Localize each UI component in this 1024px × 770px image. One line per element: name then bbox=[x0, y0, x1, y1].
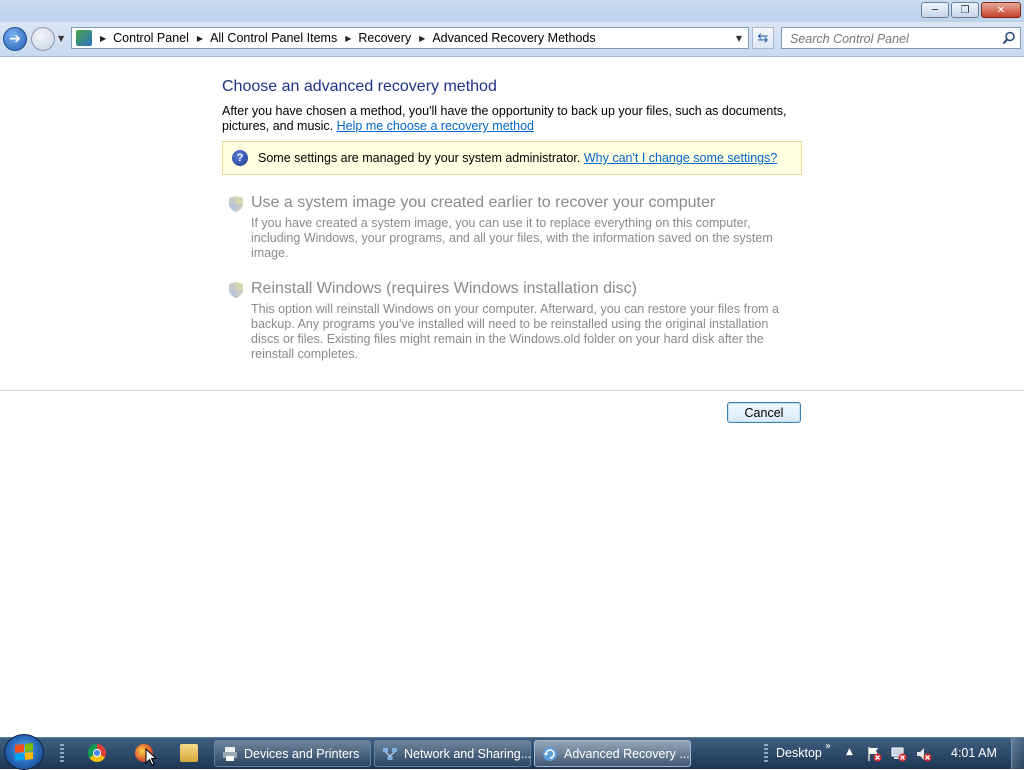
help-question-icon: ? bbox=[232, 150, 248, 166]
system-image-option-title: Use a system image you created earlier t… bbox=[251, 194, 716, 211]
navigation-bar: ➔ ▼ ▶ Control Panel ▶ All Control Panel … bbox=[0, 22, 1024, 57]
window-title-bar: ─ ❐ ✕ bbox=[0, 0, 1024, 22]
taskbar-button-network-sharing[interactable]: Network and Sharing... bbox=[374, 740, 531, 767]
info-text: Some settings are managed by your system… bbox=[258, 151, 581, 165]
reinstall-windows-option-title: Reinstall Windows (requires Windows inst… bbox=[251, 280, 637, 297]
windows-logo-icon bbox=[15, 743, 33, 761]
back-button[interactable]: ➔ bbox=[3, 27, 27, 51]
system-clock[interactable]: 4:01 AM bbox=[951, 746, 997, 760]
minimize-icon: ─ bbox=[931, 4, 939, 16]
divider bbox=[0, 390, 1024, 391]
search-icon[interactable] bbox=[1002, 31, 1016, 45]
refresh-icon: ⇆ bbox=[757, 30, 769, 46]
admin-info-bar: ? Some settings are managed by your syst… bbox=[222, 141, 802, 175]
chrome-icon[interactable] bbox=[88, 744, 106, 762]
breadcrumb-all-items[interactable]: All Control Panel Items bbox=[210, 31, 337, 45]
breadcrumb-control-panel[interactable]: Control Panel bbox=[113, 31, 189, 45]
restore-button[interactable]: ❐ bbox=[951, 2, 979, 18]
restore-icon: ❐ bbox=[960, 4, 970, 16]
breadcrumb: Control Panel ▶ All Control Panel Items … bbox=[113, 31, 595, 45]
shield-icon bbox=[229, 196, 243, 212]
recent-pages-dropdown[interactable]: ▼ bbox=[58, 34, 64, 43]
taskbar-grip[interactable] bbox=[764, 744, 768, 762]
refresh-button[interactable]: ⇆ bbox=[752, 27, 774, 49]
action-center-flag-icon[interactable] bbox=[866, 746, 882, 762]
reinstall-windows-option-description: This option will reinstall Windows on yo… bbox=[251, 302, 779, 361]
show-hidden-icons-icon[interactable]: ▲ bbox=[846, 747, 853, 757]
system-image-option-description: If you have created a system image, you … bbox=[251, 216, 773, 260]
volume-muted-icon[interactable] bbox=[916, 746, 932, 762]
show-desktop-button[interactable] bbox=[1011, 738, 1024, 769]
toolbar-overflow-icon[interactable]: » bbox=[825, 741, 831, 752]
minimize-button[interactable]: ─ bbox=[921, 2, 949, 18]
breadcrumb-chevron-icon[interactable]: ▶ bbox=[345, 34, 351, 43]
back-arrow-icon: ➔ bbox=[9, 31, 21, 47]
taskbar-button-devices-printers[interactable]: Devices and Printers bbox=[214, 740, 371, 767]
mouse-pointer-icon bbox=[145, 748, 157, 766]
help-choose-link[interactable]: Help me choose a recovery method bbox=[337, 119, 534, 133]
taskbar-grip[interactable] bbox=[60, 744, 64, 762]
folder-icon[interactable] bbox=[180, 744, 198, 762]
breadcrumb-chevron-icon[interactable]: ▶ bbox=[100, 34, 106, 43]
window-controls: ─ ❐ ✕ bbox=[921, 2, 1021, 18]
taskbar-button-label: Network and Sharing... bbox=[404, 746, 531, 761]
shield-icon bbox=[229, 282, 243, 298]
intro-text: After you have chosen a method, you'll h… bbox=[222, 104, 792, 134]
search-box bbox=[781, 27, 1021, 49]
network-status-icon[interactable] bbox=[891, 746, 907, 762]
recovery-icon bbox=[543, 746, 557, 761]
control-panel-icon bbox=[76, 30, 92, 46]
forward-button[interactable] bbox=[31, 27, 55, 51]
breadcrumb-advanced-recovery[interactable]: Advanced Recovery Methods bbox=[432, 31, 595, 45]
cancel-button[interactable]: Cancel bbox=[727, 402, 801, 423]
address-dropdown-icon[interactable]: ▼ bbox=[736, 34, 742, 43]
why-cant-change-link[interactable]: Why can't I change some settings? bbox=[584, 151, 777, 165]
main-content: Choose an advanced recovery method After… bbox=[0, 57, 1024, 737]
search-input[interactable] bbox=[788, 29, 1002, 49]
taskbar-button-label: Advanced Recovery ... bbox=[564, 746, 690, 761]
start-button[interactable] bbox=[4, 734, 44, 770]
page-title: Choose an advanced recovery method bbox=[222, 78, 497, 95]
network-icon bbox=[383, 747, 397, 760]
breadcrumb-chevron-icon[interactable]: ▶ bbox=[197, 34, 203, 43]
taskbar-button-advanced-recovery[interactable]: Advanced Recovery ... bbox=[534, 740, 691, 767]
close-button[interactable]: ✕ bbox=[981, 2, 1021, 18]
address-bar[interactable]: ▶ Control Panel ▶ All Control Panel Item… bbox=[71, 27, 749, 49]
breadcrumb-chevron-icon[interactable]: ▶ bbox=[419, 34, 425, 43]
close-icon: ✕ bbox=[996, 4, 1006, 16]
taskbar-button-label: Devices and Printers bbox=[244, 746, 360, 761]
breadcrumb-recovery[interactable]: Recovery bbox=[358, 31, 411, 45]
desktop-toolbar-label[interactable]: Desktop bbox=[776, 746, 822, 760]
printer-icon bbox=[223, 746, 237, 761]
